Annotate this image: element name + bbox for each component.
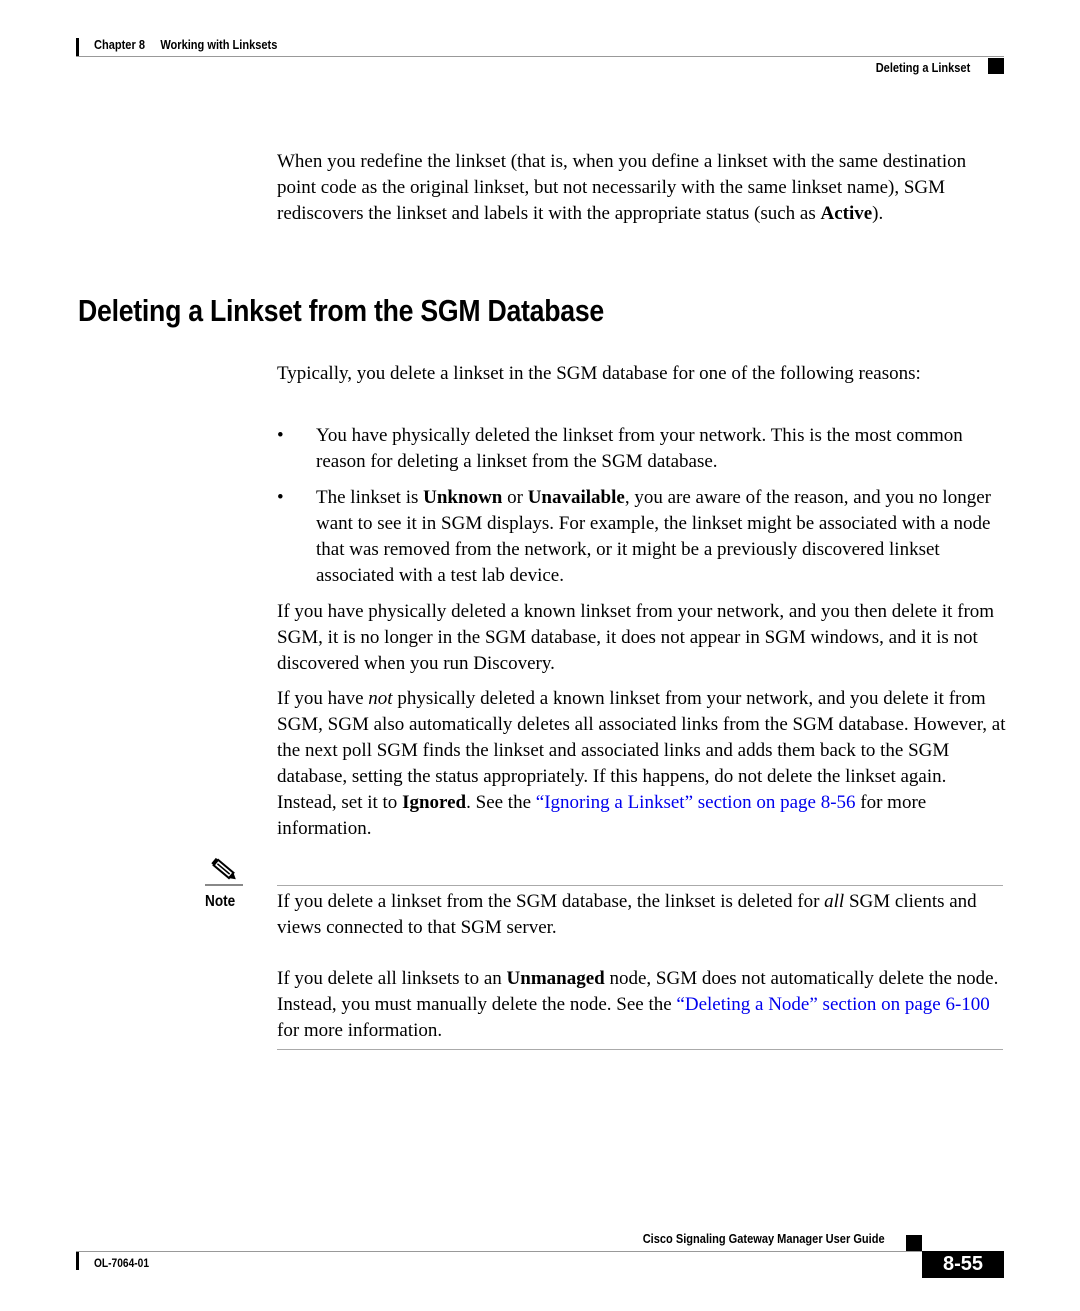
header-rule <box>76 56 1004 57</box>
deleting-node-link[interactable]: “Deleting a Node” section on page 6-100 <box>676 994 989 1015</box>
guide-title: Cisco Signaling Gateway Manager User Gui… <box>643 1231 885 1246</box>
pencil-note-icon <box>211 857 236 880</box>
note-text-unmanaged: If you delete all linksets to an Unmanag… <box>277 968 999 1041</box>
paragraph-known-deleted: If you have physically deleted a known l… <box>277 601 995 674</box>
note-bottom-rule <box>277 1049 1003 1050</box>
intro-paragraph: When you redefine the linkset (that is, … <box>277 151 967 224</box>
page-number: 8-55 <box>922 1251 1004 1278</box>
section-heading: Deleting a Linkset from the SGM Database <box>78 293 604 328</box>
note-top-rule <box>277 885 1003 886</box>
footer-rule <box>76 1251 1004 1252</box>
paragraph-reasons: Typically, you delete a linkset in the S… <box>277 363 921 384</box>
bullet-item: • The linkset is Unknown or Unavailable,… <box>277 487 991 586</box>
ignoring-linkset-link[interactable]: “Ignoring a Linkset” section on page 8-5… <box>536 792 856 813</box>
note-icon-rule <box>205 884 243 886</box>
bullet-icon: • <box>277 425 284 446</box>
bullet-item: • You have physically deleted the linkse… <box>277 425 963 472</box>
footer-bar <box>76 1252 79 1270</box>
header-square <box>988 58 1004 74</box>
paragraph-not-deleted: If you have not physically deleted a kno… <box>277 688 1006 839</box>
note-label: Note <box>205 893 236 910</box>
document-number: OL-7064-01 <box>94 1256 149 1270</box>
header-bar <box>76 38 79 56</box>
footer-square <box>906 1235 922 1251</box>
bullet-icon: • <box>277 487 284 508</box>
chapter-title: Chapter 8 Working with Linksets <box>94 37 278 52</box>
note-text: If you delete a linkset from the SGM dat… <box>277 891 977 938</box>
section-title: Deleting a Linkset <box>875 60 970 75</box>
